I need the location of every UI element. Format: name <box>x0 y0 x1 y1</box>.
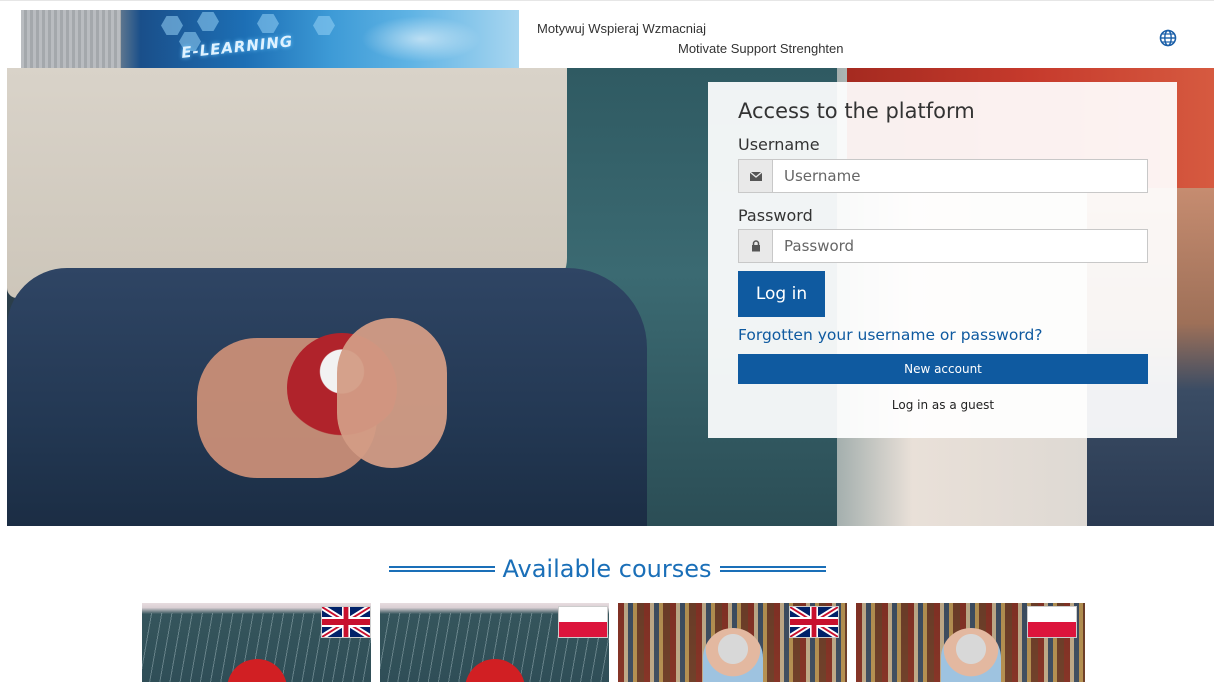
course-card[interactable] <box>856 603 1085 682</box>
site-header: E-LEARNING Motywuj Wspieraj Wzmacniaj Mo… <box>0 0 1214 68</box>
username-label: Username <box>738 135 820 154</box>
man-reading-image <box>703 628 763 682</box>
umbrella-image <box>227 659 287 682</box>
course-card[interactable] <box>142 603 371 682</box>
man-reading-image <box>941 628 1001 682</box>
banner-hex-icon <box>197 12 219 31</box>
banner-glow <box>361 16 481 62</box>
pl-flag-icon <box>1027 606 1077 638</box>
hero-sweater <box>7 68 567 298</box>
courses-title: Available courses <box>502 555 712 583</box>
heading-rule-right <box>719 566 826 572</box>
login-title: Access to the platform <box>738 99 975 123</box>
lock-icon <box>739 230 773 262</box>
uk-flag-icon <box>789 606 839 638</box>
new-account-button[interactable]: New account <box>738 354 1148 384</box>
password-label: Password <box>738 206 813 225</box>
login-button[interactable]: Log in <box>738 271 825 317</box>
umbrella-image <box>465 659 525 682</box>
username-field <box>738 159 1148 193</box>
tagline-english: Motivate Support Strenghten <box>678 41 844 56</box>
password-input[interactable] <box>773 230 1147 262</box>
course-card[interactable] <box>380 603 609 682</box>
elearning-banner[interactable]: E-LEARNING <box>21 10 519 68</box>
banner-hex-icon <box>313 16 335 35</box>
password-field <box>738 229 1148 263</box>
courses-heading: Available courses <box>0 555 1214 583</box>
banner-person-image <box>21 10 121 68</box>
hero-hand <box>337 318 447 468</box>
username-input[interactable] <box>773 160 1147 192</box>
forgot-password-link[interactable]: Forgotten your username or password? <box>738 326 1043 344</box>
banner-hex-icon <box>161 16 183 35</box>
uk-flag-icon <box>321 606 371 638</box>
guest-login-link[interactable]: Log in as a guest <box>738 398 1148 412</box>
envelope-icon <box>739 160 773 192</box>
globe-icon[interactable] <box>1159 29 1177 47</box>
login-panel: Access to the platform Username Password… <box>708 82 1177 438</box>
pl-flag-icon <box>558 606 608 638</box>
heading-rule-left <box>388 566 495 572</box>
tagline-polish: Motywuj Wspieraj Wzmacniaj <box>537 21 707 36</box>
banner-hex-icon <box>257 14 279 33</box>
course-card[interactable] <box>618 603 847 682</box>
